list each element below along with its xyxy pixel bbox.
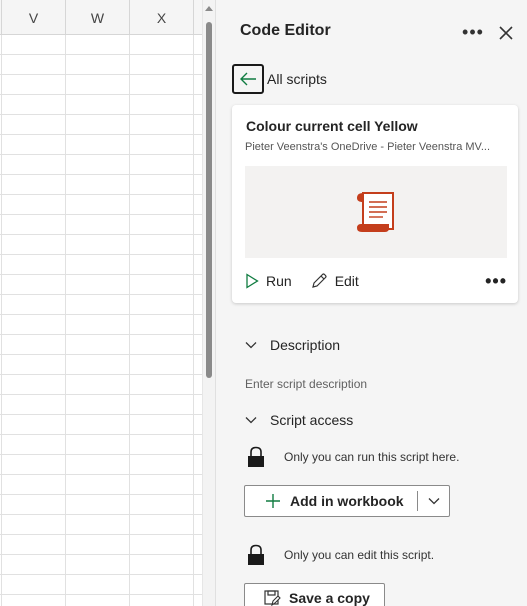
save-a-copy-label: Save a copy (289, 590, 370, 606)
run-permission-text: Only you can run this script here. (284, 450, 460, 464)
run-label: Run (266, 273, 292, 289)
grid-column-line (193, 35, 194, 606)
grid-row-line (0, 494, 202, 495)
grid-row-line (0, 254, 202, 255)
scroll-up-arrow-icon[interactable] (205, 6, 213, 11)
lock-icon (248, 446, 264, 467)
edit-label: Edit (334, 273, 359, 289)
column-header-w[interactable]: W (66, 0, 130, 35)
column-header-v[interactable]: V (2, 0, 66, 35)
more-options-icon[interactable]: ••• (485, 271, 507, 291)
grid-row-line (0, 394, 202, 395)
script-access-heading: Script access (270, 412, 354, 428)
edit-button[interactable]: Edit (310, 272, 359, 290)
back-to-all-scripts[interactable]: All scripts (232, 64, 327, 94)
grid-row-line (0, 514, 202, 515)
grid-row-line (0, 74, 202, 75)
grid-row-line (0, 214, 202, 215)
column-headers: V W X (0, 0, 202, 35)
grid-row-line (0, 174, 202, 175)
grid-row-line (0, 554, 202, 555)
grid-column-line (65, 35, 66, 606)
script-card: Colour current cell Yellow Pieter Veenst… (232, 105, 518, 303)
add-in-workbook-main[interactable]: Add in workbook (245, 486, 417, 516)
script-location: Pieter Veenstra's OneDrive - Pieter Veen… (245, 141, 491, 153)
spreadsheet-grid[interactable]: V W X (0, 0, 202, 606)
code-editor-pane: Code Editor ••• All scripts Colour curre… (215, 0, 527, 606)
description-input[interactable] (245, 377, 505, 391)
grid-row-line (0, 54, 202, 55)
grid-row-line (0, 314, 202, 315)
edit-permission-text: Only you can edit this script. (284, 548, 435, 562)
save-copy-icon (264, 590, 281, 606)
lock-icon (248, 544, 264, 565)
grid-row-line (0, 334, 202, 335)
cell-grid[interactable] (0, 35, 202, 606)
save-a-copy-button[interactable]: Save a copy (244, 583, 385, 606)
close-icon[interactable] (495, 22, 517, 44)
grid-row-line (0, 194, 202, 195)
script-thumbnail (245, 166, 507, 258)
add-in-workbook-label: Add in workbook (290, 493, 404, 509)
script-title: Colour current cell Yellow (246, 118, 418, 134)
chevron-down-icon (245, 342, 257, 349)
vertical-scrollbar[interactable] (202, 0, 215, 606)
back-arrow-icon[interactable] (232, 64, 264, 94)
run-permission: Only you can run this script here. (246, 446, 459, 468)
column-header-x[interactable]: X (130, 0, 194, 35)
script-actions: Run Edit ••• (245, 271, 507, 291)
grid-column-line (1, 35, 2, 606)
play-icon (246, 273, 259, 289)
script-scroll-icon (357, 192, 394, 232)
grid-row-line (0, 374, 202, 375)
grid-row-line (0, 414, 202, 415)
grid-row-line (0, 234, 202, 235)
description-heading: Description (270, 337, 341, 353)
grid-row-line (0, 294, 202, 295)
grid-row-line (0, 94, 202, 95)
grid-row-line (0, 594, 202, 595)
grid-row-line (0, 434, 202, 435)
add-options-dropdown[interactable] (418, 486, 449, 516)
grid-row-line (0, 354, 202, 355)
grid-row-line (0, 114, 202, 115)
back-label[interactable]: All scripts (267, 71, 327, 87)
description-toggle[interactable]: Description (244, 337, 340, 353)
grid-row-line (0, 274, 202, 275)
chevron-down-icon (245, 417, 257, 424)
script-access-toggle[interactable]: Script access (244, 412, 353, 428)
more-options-icon[interactable]: ••• (461, 22, 485, 42)
pencil-icon (311, 273, 327, 288)
add-in-workbook-button[interactable]: Add in workbook (244, 485, 450, 517)
grid-row-line (0, 134, 202, 135)
chevron-down-icon (428, 498, 439, 505)
edit-permission: Only you can edit this script. (246, 544, 434, 566)
scroll-thumb[interactable] (206, 22, 212, 378)
grid-row-line (0, 534, 202, 535)
grid-row-line (0, 574, 202, 575)
grid-row-line (0, 454, 202, 455)
grid-column-line (129, 35, 130, 606)
grid-row-line (0, 154, 202, 155)
run-button[interactable]: Run (245, 273, 292, 289)
plus-icon (266, 494, 280, 508)
pane-title: Code Editor (240, 22, 331, 39)
grid-row-line (0, 474, 202, 475)
